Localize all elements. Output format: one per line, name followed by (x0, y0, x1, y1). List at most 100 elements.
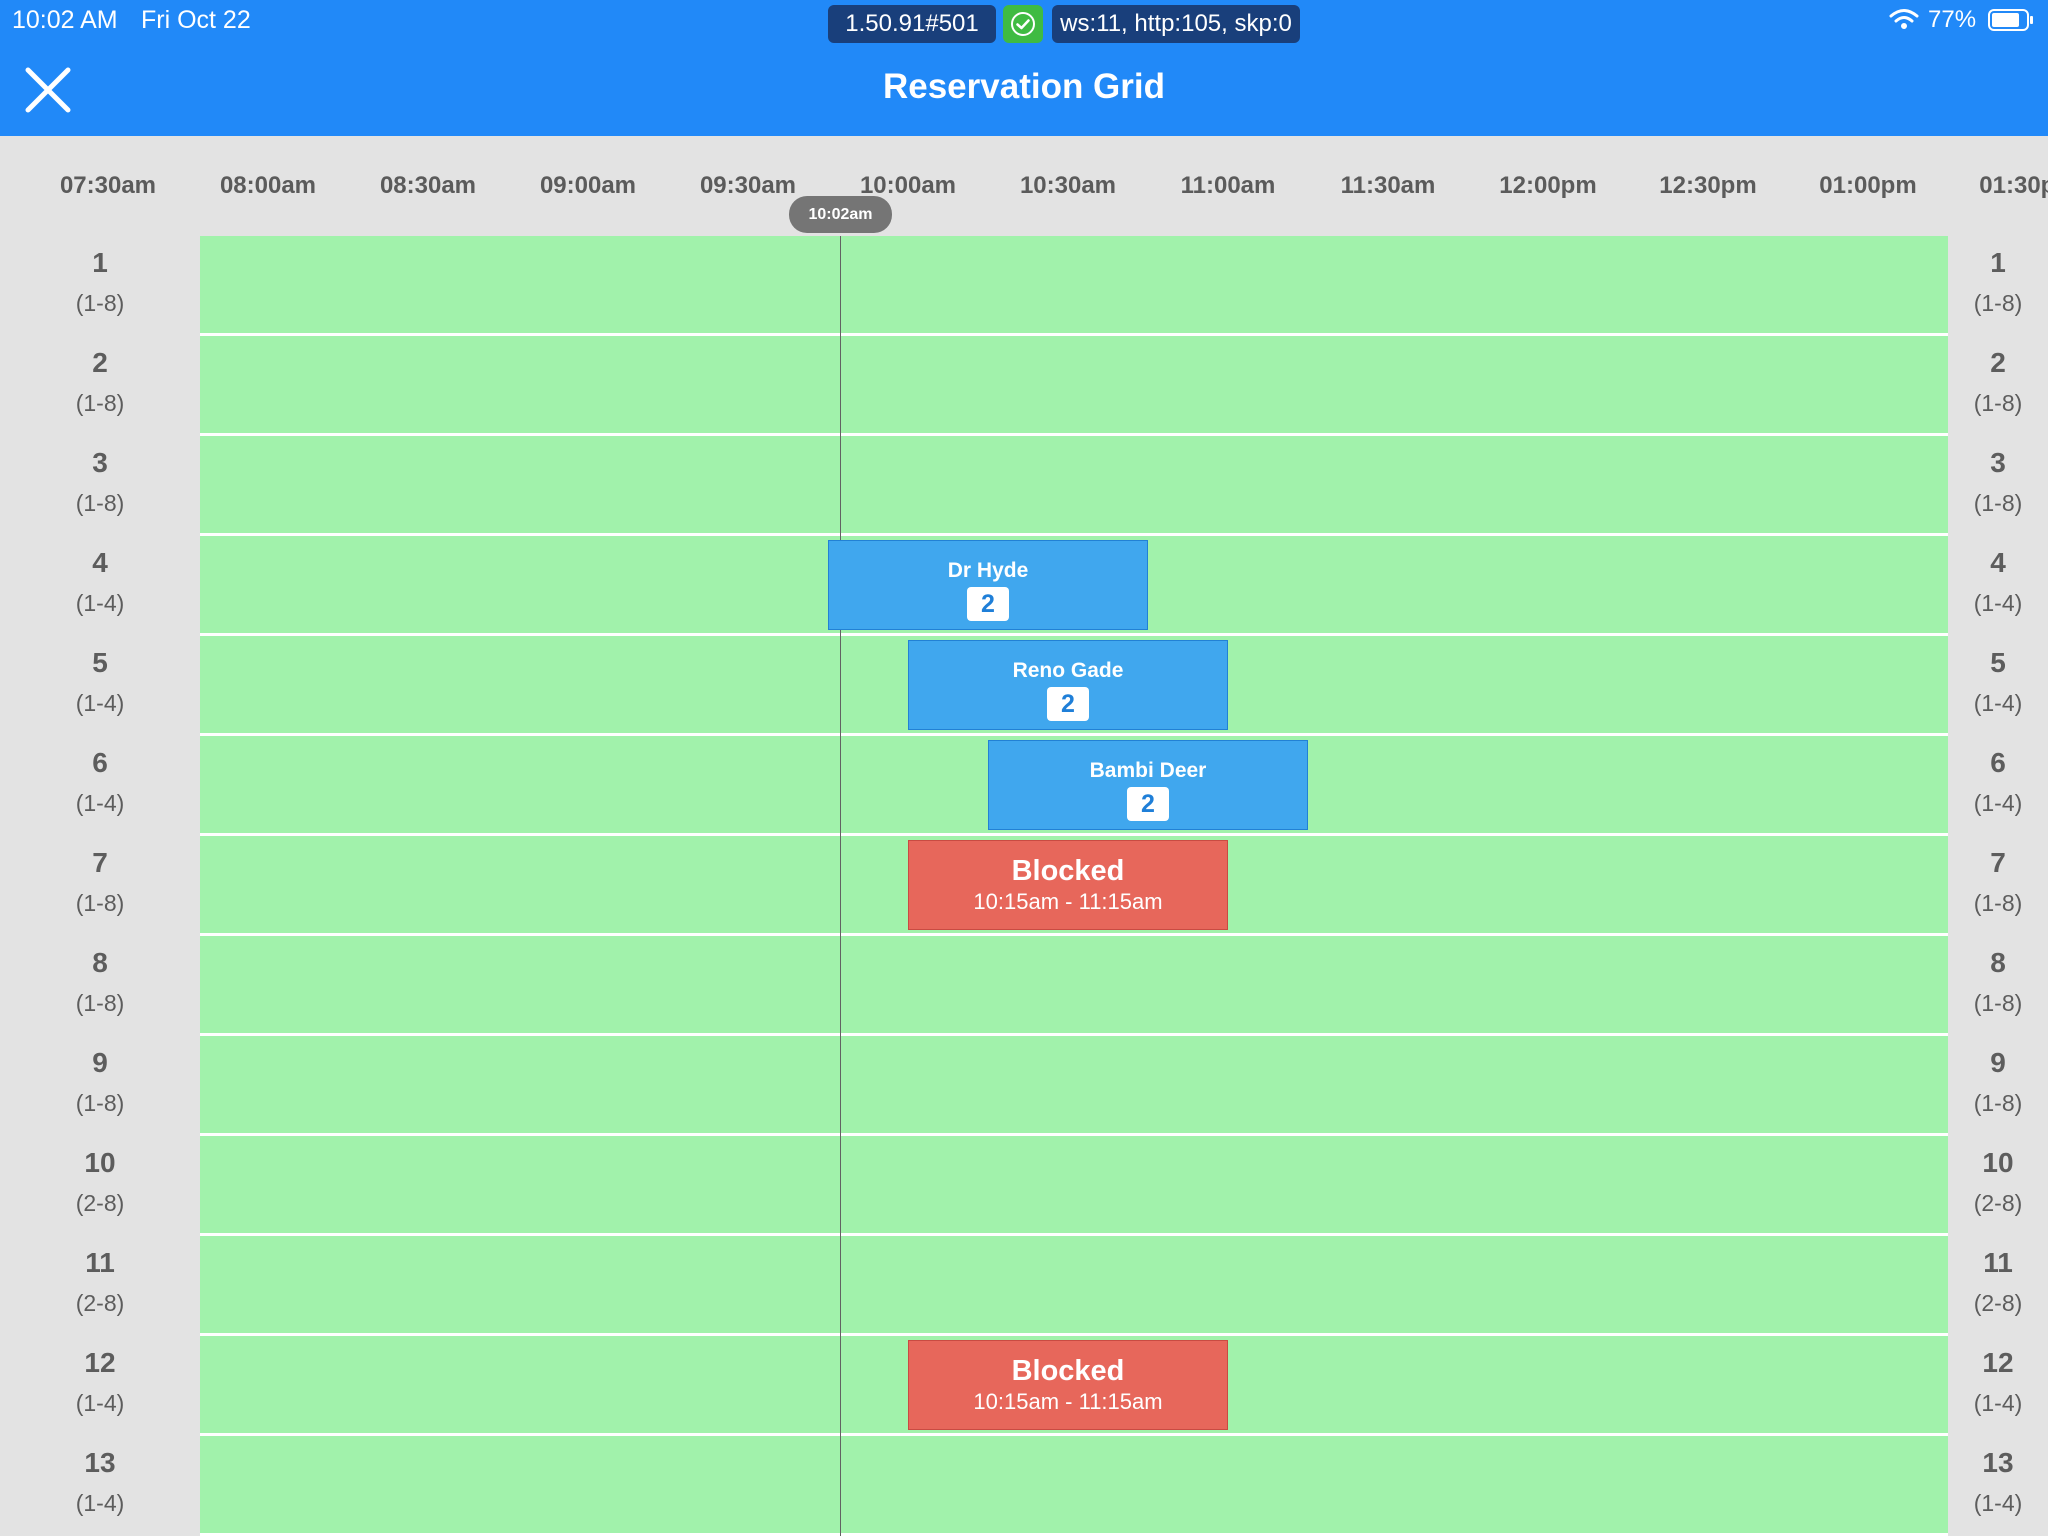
time-slot-label: 12:00pm (1499, 172, 1597, 199)
table-row[interactable] (200, 236, 1948, 333)
table-capacity: (1-4) (75, 590, 125, 616)
table-label-left: 8 (1-8) (50, 946, 150, 1018)
table-capacity: (1-4) (75, 690, 125, 716)
time-slot-label: 09:30am (699, 172, 797, 199)
time-slot-label: 08:00am (219, 172, 317, 199)
table-capacity: (1-8) (75, 490, 125, 516)
page-title: Reservation Grid (882, 67, 1166, 106)
table-row[interactable] (200, 436, 1948, 533)
current-time-line (840, 236, 841, 1536)
table-capacity: (1-4) (1973, 1390, 2023, 1416)
battery-percentage: 77% (1928, 6, 1977, 33)
table-row[interactable] (200, 1236, 1948, 1333)
battery-icon (1988, 9, 2033, 31)
table-label-left: 4 (1-4) (50, 546, 150, 618)
table-capacity: (1-4) (75, 790, 125, 816)
table-label-right: 8 (1-8) (1948, 946, 2048, 1018)
table-label-right: 5 (1-4) (1948, 646, 2048, 718)
timeline-header[interactable]: 07:30am 08:00am 08:30am 09:00am 09:30am 10:00… (0, 136, 2048, 236)
table-number: 3 (1990, 447, 2006, 478)
table-row[interactable] (200, 936, 1948, 1033)
table-label-left: 10 (2-8) (50, 1146, 150, 1218)
table-capacity: (1-8) (75, 890, 125, 916)
table-capacity: (1-8) (1973, 1090, 2023, 1116)
table-capacity: (2-8) (75, 1290, 125, 1316)
table-label-left: 1 (1-8) (50, 246, 150, 318)
table-label-left: 12 (1-4) (50, 1346, 150, 1418)
table-capacity: (1-4) (1973, 690, 2023, 716)
table-number: 8 (92, 947, 108, 978)
table-label-right: 9 (1-8) (1948, 1046, 2048, 1118)
table-number: 10 (1982, 1147, 2014, 1178)
table-capacity: (1-8) (1973, 890, 2023, 916)
table-number: 13 (1982, 1447, 2014, 1478)
guest-name: Bambi Deer (1089, 759, 1207, 782)
time-slot-label: 10:30am (1019, 172, 1117, 199)
debug-stats-badge: ws:11, http:105, skp:0 (1052, 5, 1300, 43)
top-bar: 10:02 AM Fri Oct 22 1.50.91#501 ws:11, h… (0, 0, 2048, 136)
table-row[interactable] (200, 1436, 1948, 1533)
table-number: 11 (85, 1247, 115, 1278)
status-time: 10:02 AM (12, 6, 118, 34)
table-number: 2 (1990, 347, 2006, 378)
table-capacity: (1-4) (1973, 590, 2023, 616)
table-label-right: 13 (1-4) (1948, 1446, 2048, 1518)
reservation-card[interactable]: Reno Gade 2 (908, 640, 1228, 730)
table-label-right: 4 (1-4) (1948, 546, 2048, 618)
blocked-title: Blocked (1011, 855, 1125, 887)
reservation-card[interactable]: Dr Hyde 2 (828, 540, 1148, 630)
table-number: 12 (84, 1347, 116, 1378)
party-size-badge: 2 (967, 587, 1009, 621)
table-number: 9 (1990, 1047, 2006, 1078)
time-slot-label: 11:00am (1180, 172, 1276, 199)
blocked-time-range: 10:15am - 11:15am (973, 1389, 1163, 1414)
table-label-left: 5 (1-4) (50, 646, 150, 718)
table-label-right: 3 (1-8) (1948, 446, 2048, 518)
guest-name: Dr Hyde (947, 559, 1029, 582)
table-label-left: 11 (2-8) (50, 1246, 150, 1318)
time-slot-label: 07:30am (59, 172, 157, 199)
table-label-left: 2 (1-8) (50, 346, 150, 418)
table-number: 5 (1990, 647, 2006, 678)
table-number: 6 (92, 747, 108, 778)
table-capacity: (1-4) (75, 1490, 125, 1516)
table-capacity: (1-8) (75, 290, 125, 316)
table-label-left: 3 (1-8) (50, 446, 150, 518)
blocked-slot[interactable]: Blocked 10:15am - 11:15am (908, 840, 1228, 930)
connection-ok-icon (1003, 5, 1043, 43)
table-number: 4 (92, 547, 108, 578)
table-number: 10 (84, 1147, 116, 1178)
table-number: 9 (92, 1047, 108, 1078)
table-capacity: (1-8) (75, 1090, 125, 1116)
table-number: 12 (1982, 1347, 2014, 1378)
time-slot-label: 12:30pm (1659, 172, 1757, 199)
table-label-left: 7 (1-8) (50, 846, 150, 918)
table-capacity: (1-8) (1973, 390, 2023, 416)
table-number: 8 (1990, 947, 2006, 978)
reservation-card[interactable]: Bambi Deer 2 (988, 740, 1308, 830)
table-number: 2 (92, 347, 108, 378)
time-slot-label: 11:30am (1340, 172, 1436, 199)
table-number: 7 (1990, 847, 2006, 878)
table-number: 4 (1990, 547, 2006, 578)
debug-version-badge: 1.50.91#501 (828, 5, 996, 43)
table-row[interactable] (200, 336, 1948, 433)
current-time-badge: 10:02am (789, 196, 892, 233)
guest-name: Reno Gade (1012, 659, 1124, 682)
table-row[interactable] (200, 1136, 1948, 1233)
table-label-right: 11 (2-8) (1948, 1246, 2048, 1318)
blocked-slot[interactable]: Blocked 10:15am - 11:15am (908, 1340, 1228, 1430)
table-capacity: (1-4) (1973, 790, 2023, 816)
table-row[interactable] (200, 1036, 1948, 1133)
table-number: 1 (1990, 247, 2006, 278)
table-capacity: (2-8) (75, 1190, 125, 1216)
table-label-left: 9 (1-8) (50, 1046, 150, 1118)
table-capacity: (2-8) (1973, 1190, 2023, 1216)
blocked-title: Blocked (1011, 1355, 1125, 1387)
table-label-right: 12 (1-4) (1948, 1346, 2048, 1418)
table-label-right: 2 (1-8) (1948, 346, 2048, 418)
table-capacity: (1-8) (75, 390, 125, 416)
time-slot-label: 01:00pm (1819, 172, 1917, 199)
status-date: Fri Oct 22 (141, 6, 251, 34)
check-circle-icon (1011, 12, 1035, 36)
